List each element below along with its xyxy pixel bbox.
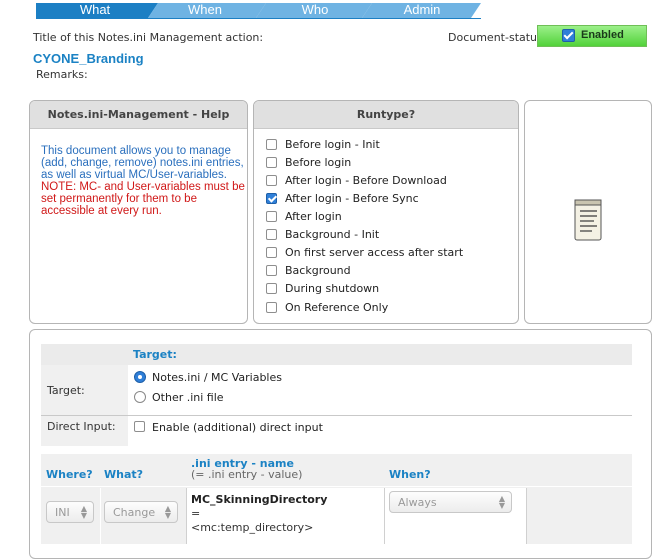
runtype-panel: Runtype? Before login - Init Before login… xyxy=(253,100,519,324)
document-status-label: Document-status: xyxy=(448,31,547,44)
runtype-option-label: Background - Init xyxy=(285,228,380,241)
runtype-checkbox[interactable] xyxy=(266,175,277,186)
runtype-checkbox[interactable] xyxy=(266,247,277,258)
target-heading: Target: xyxy=(133,348,177,361)
runtype-checkbox[interactable] xyxy=(266,211,277,222)
column-when: When? xyxy=(389,468,431,481)
runtype-checkbox[interactable] xyxy=(266,302,277,313)
column-entry-sub: (= .ini entry - value) xyxy=(191,468,303,481)
tab-when[interactable]: When xyxy=(155,2,255,17)
runtype-option-label: Before login - Init xyxy=(285,138,380,151)
column-where: Where? xyxy=(46,468,93,481)
runtype-checkbox[interactable] xyxy=(266,229,277,240)
radio-other-ini-label: Other .ini file xyxy=(152,391,224,404)
what-select[interactable]: Change ▲ ▼ xyxy=(104,501,178,523)
direct-input-checkbox[interactable] xyxy=(134,421,145,432)
when-select[interactable]: Always ▲ ▼ xyxy=(389,491,512,513)
checkmark-icon[interactable] xyxy=(562,29,575,42)
runtype-option-label: After login - Before Download xyxy=(285,174,447,187)
col-divider-1 xyxy=(100,488,101,544)
row-divider xyxy=(41,486,632,487)
radio-other-ini[interactable] xyxy=(134,391,146,403)
entry-value[interactable]: <mc:temp_directory> xyxy=(191,521,313,534)
direct-input-option-label: Enable (additional) direct input xyxy=(152,421,323,434)
help-panel-title: Notes.ini-Management - Help xyxy=(30,101,247,129)
help-panel: Notes.ini-Management - Help This documen… xyxy=(29,100,248,324)
target-label: Target: xyxy=(47,384,85,397)
runtype-checkbox[interactable] xyxy=(266,193,277,204)
status-badge[interactable]: Enabled xyxy=(537,25,647,47)
divider xyxy=(41,415,632,416)
help-description: This document allows you to manage (add,… xyxy=(41,145,244,181)
title-label: Title of this Notes.ini Management actio… xyxy=(33,31,264,44)
document-title[interactable]: CYONE_Branding xyxy=(33,51,144,66)
tab-bar: What When Who Admin xyxy=(0,0,666,20)
runtype-option-label: Before login xyxy=(285,156,352,169)
col-divider-2 xyxy=(186,488,187,544)
radio-notes-ini-label: Notes.ini / MC Variables xyxy=(152,371,282,384)
tab-who[interactable]: Who xyxy=(265,2,365,17)
runtype-panel-title: Runtype? xyxy=(254,101,518,129)
remarks-label: Remarks: xyxy=(36,68,88,81)
what-select-value: Change xyxy=(113,506,156,519)
help-text: This document allows you to manage (add,… xyxy=(41,145,246,217)
runtype-option-label: After login - Before Sync xyxy=(285,192,419,205)
updown-arrows-icon: ▲ ▼ xyxy=(164,504,171,520)
status-text: Enabled xyxy=(581,29,624,41)
runtype-checkbox[interactable] xyxy=(266,265,277,276)
runtype-checkbox[interactable] xyxy=(266,139,277,150)
updown-arrows-icon: ▲ ▼ xyxy=(498,494,505,510)
where-select-value: INI xyxy=(55,506,70,519)
runtype-option-label: On first server access after start xyxy=(285,246,464,259)
direct-input-label: Direct Input: xyxy=(47,420,116,433)
runtype-option-label: After login xyxy=(285,210,342,223)
col-divider-4 xyxy=(526,488,527,544)
runtype-option-label: During shutdown xyxy=(285,282,380,295)
runtype-checkbox[interactable] xyxy=(266,157,277,168)
updown-arrows-icon: ▲ ▼ xyxy=(80,504,87,520)
icon-panel xyxy=(524,100,652,324)
tab-what[interactable]: What xyxy=(45,2,145,17)
where-select[interactable]: INI ▲ ▼ xyxy=(46,501,94,523)
entry-equals: = xyxy=(191,507,201,520)
notepad-icon xyxy=(574,199,602,241)
column-what: What? xyxy=(104,468,144,481)
runtype-checkbox[interactable] xyxy=(266,283,277,294)
target-header-band xyxy=(41,344,632,365)
tab-admin[interactable]: Admin xyxy=(372,2,472,17)
entry-name[interactable]: MC_SkinningDirectory xyxy=(191,493,327,506)
radio-notes-ini[interactable] xyxy=(134,371,146,383)
runtype-option-label: On Reference Only xyxy=(285,301,389,314)
col-divider-3 xyxy=(384,488,385,544)
when-select-value: Always xyxy=(398,496,437,509)
runtype-option-label: Background xyxy=(285,264,351,277)
help-note: NOTE: MC- and User-variables must be set… xyxy=(41,181,245,217)
